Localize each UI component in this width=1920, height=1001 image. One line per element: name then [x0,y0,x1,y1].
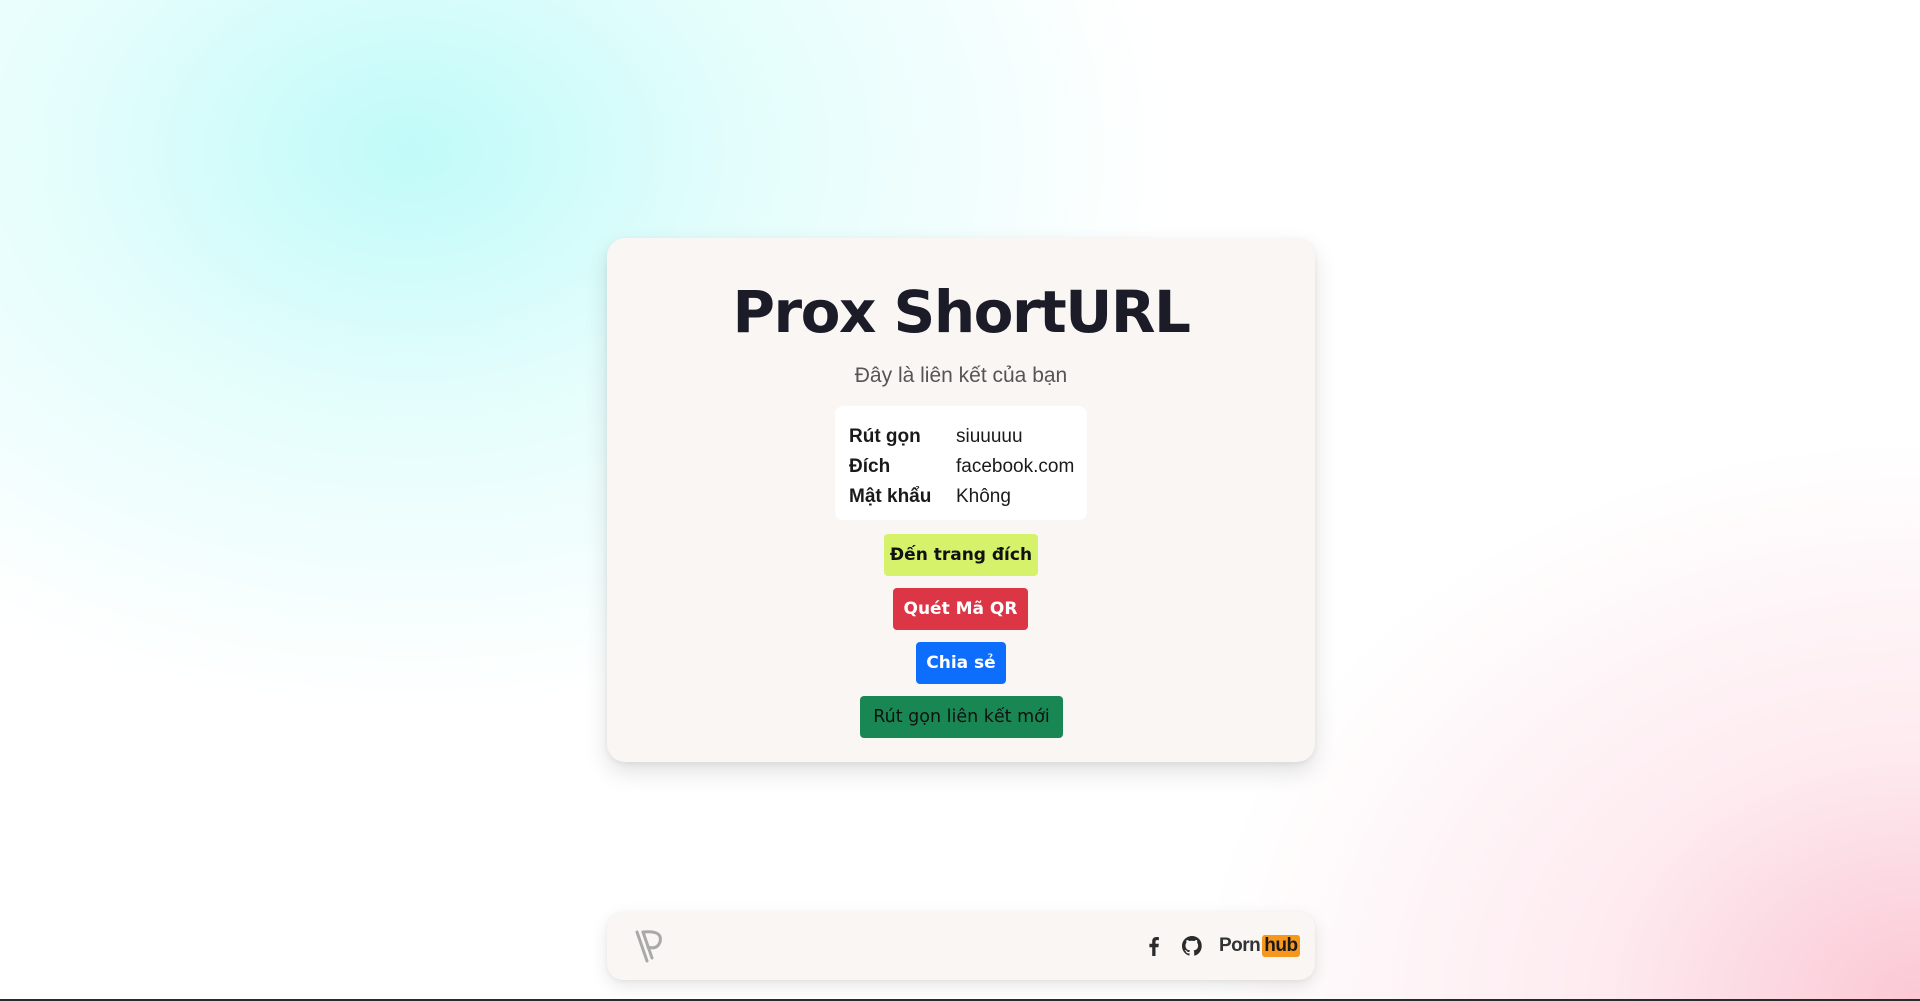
info-key: Mật khẩu [849,486,932,507]
info-value: Không [956,486,1011,507]
pornhub-link[interactable]: Porn hub [1219,934,1300,958]
link-info-box: Rút gọn siuuuuu Đích facebook.com Mật kh… [835,406,1087,520]
info-row-destination: Đích facebook.com [849,452,1087,482]
page-title: Prox ShortURL [732,278,1191,346]
footer-bar: Porn hub [607,912,1315,980]
info-row-short: Rút gọn siuuuuu [849,422,1087,452]
info-value: siuuuuu [956,426,1023,447]
share-button[interactable]: Chia sẻ [916,642,1006,684]
shorten-new-link-button[interactable]: Rút gọn liên kết mới [860,696,1063,738]
prox-logo-icon[interactable] [633,928,667,964]
info-value: facebook.com [956,456,1075,477]
info-key: Đích [849,456,891,477]
result-card: Prox ShortURL Đây là liên kết của bạn Rú… [607,238,1315,762]
github-icon[interactable] [1180,934,1204,958]
info-row-password: Mật khẩu Không [849,482,1087,512]
pornhub-text-part2: hub [1262,935,1300,957]
pornhub-text-part1: Porn [1219,935,1261,956]
scan-qr-button[interactable]: Quét Mã QR [893,588,1028,630]
page-subtitle: Đây là liên kết của bạn [854,364,1068,387]
go-to-destination-button[interactable]: Đến trang đích [884,534,1038,576]
facebook-icon[interactable] [1142,934,1166,958]
info-key: Rút gọn [849,426,921,447]
